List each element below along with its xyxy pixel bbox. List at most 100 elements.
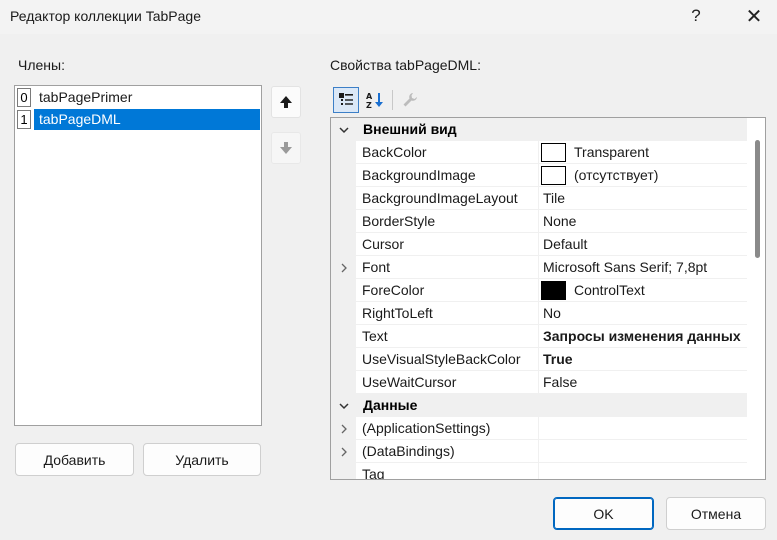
category-row[interactable]: Внешний вид [331,118,747,141]
ok-button[interactable]: OK [553,497,654,530]
property-row[interactable]: ForeColor ControlText [331,279,747,302]
property-grid[interactable]: Внешний вид BackColor Transparent Backgr… [330,117,766,480]
row-margin [331,417,356,440]
arrow-up-icon [280,96,292,108]
property-name: ForeColor [356,279,539,302]
window-title: Редактор коллекции TabPage [10,8,201,24]
row-margin [331,463,356,479]
property-value[interactable]: Transparent [539,141,747,164]
property-name: Font [356,256,539,279]
row-margin [331,279,356,302]
chevron-right-icon[interactable] [339,447,349,457]
arrow-down-icon [280,142,292,154]
color-swatch [541,142,566,162]
property-value[interactable]: No [539,302,747,325]
member-index: 1 [17,110,31,129]
property-row[interactable]: Cursor Default [331,233,747,256]
chevron-right-icon[interactable] [339,424,349,434]
property-name: BackColor [356,141,539,164]
chevron-right-icon[interactable] [339,263,349,273]
property-name: BackgroundImage [356,164,539,187]
property-name: BorderStyle [356,210,539,233]
row-margin [331,394,356,417]
property-pages-button[interactable] [397,87,423,113]
property-name: BackgroundImageLayout [356,187,539,210]
row-margin [331,440,356,463]
property-value[interactable] [539,417,747,440]
property-name: RightToLeft [356,302,539,325]
property-row[interactable]: (DataBindings) [331,440,747,463]
chevron-down-icon[interactable] [338,401,349,411]
move-up-button[interactable] [271,86,301,118]
property-row[interactable]: (ApplicationSettings) [331,417,747,440]
question-mark-icon: ? [691,6,701,25]
categorized-icon [339,93,353,105]
property-row[interactable]: UseWaitCursor False [331,371,747,394]
property-name: (DataBindings) [356,440,539,463]
row-margin [331,118,356,141]
row-margin [331,233,356,256]
property-value[interactable]: Tile [539,187,747,210]
property-row[interactable]: BackColor Transparent [331,141,747,164]
property-value[interactable]: Запросы изменения данных [539,325,747,348]
row-margin [331,187,356,210]
help-button[interactable]: ? [673,0,719,32]
wrench-icon [403,93,417,107]
property-row[interactable]: Text Запросы изменения данных [331,325,747,348]
cancel-button[interactable]: Отмена [666,497,766,530]
property-name: (ApplicationSettings) [356,417,539,440]
property-row[interactable]: UseVisualStyleBackColor True [331,348,747,371]
alphabetical-view-button[interactable]: A Z [362,87,388,113]
category-row[interactable]: Данные [331,394,747,417]
property-value[interactable]: None [539,210,747,233]
row-margin [331,325,356,348]
category-label: Внешний вид [363,121,457,137]
move-down-button[interactable] [271,132,301,164]
property-name: Text [356,325,539,348]
property-value-text: ControlText [574,282,645,298]
property-name: UseWaitCursor [356,371,539,394]
svg-text:A: A [366,92,373,101]
row-margin [331,164,356,187]
close-button[interactable]: ✕ [731,0,777,32]
property-value[interactable]: ControlText [539,279,747,302]
property-value[interactable]: True [539,348,747,371]
property-grid-rows: Внешний вид BackColor Transparent Backgr… [331,118,747,479]
add-button[interactable]: Добавить [15,443,134,476]
remove-button[interactable]: Удалить [143,443,261,476]
row-margin [331,348,356,371]
member-name: tabPageDML [34,109,260,130]
sort-alphabetical-icon: A Z [366,92,383,109]
property-name: Tag [356,463,539,479]
property-name: UseVisualStyleBackColor [356,348,539,371]
property-value[interactable]: Default [539,233,747,256]
property-row[interactable]: BackgroundImage (отсутствует) [331,164,747,187]
members-list[interactable]: 0 tabPagePrimer 1 tabPageDML [14,85,262,426]
scrollbar-thumb[interactable] [755,140,760,258]
category-label: Данные [363,397,418,413]
row-margin [331,371,356,394]
members-label: Члены: [18,57,65,73]
list-item[interactable]: 1 tabPageDML [15,108,261,130]
property-value[interactable]: False [539,371,747,394]
property-toolbar: A Z [330,86,766,114]
categorized-view-button[interactable] [333,87,359,113]
color-swatch [541,280,566,300]
vertical-scrollbar[interactable] [749,118,765,479]
property-value[interactable] [539,440,747,463]
property-row[interactable]: BorderStyle None [331,210,747,233]
property-row[interactable]: BackgroundImageLayout Tile [331,187,747,210]
chevron-down-icon[interactable] [338,125,349,135]
toolbar-separator [392,90,393,110]
property-value-text: Transparent [574,144,649,160]
property-value[interactable]: Microsoft Sans Serif; 7,8pt [539,256,747,279]
property-value[interactable] [539,463,747,479]
property-row[interactable]: Font Microsoft Sans Serif; 7,8pt [331,256,747,279]
member-index: 0 [17,88,31,107]
property-value[interactable]: (отсутствует) [539,164,747,187]
row-margin [331,210,356,233]
close-icon: ✕ [745,5,763,28]
property-row[interactable]: Tag [331,463,747,479]
list-item[interactable]: 0 tabPagePrimer [15,86,261,108]
property-row[interactable]: RightToLeft No [331,302,747,325]
